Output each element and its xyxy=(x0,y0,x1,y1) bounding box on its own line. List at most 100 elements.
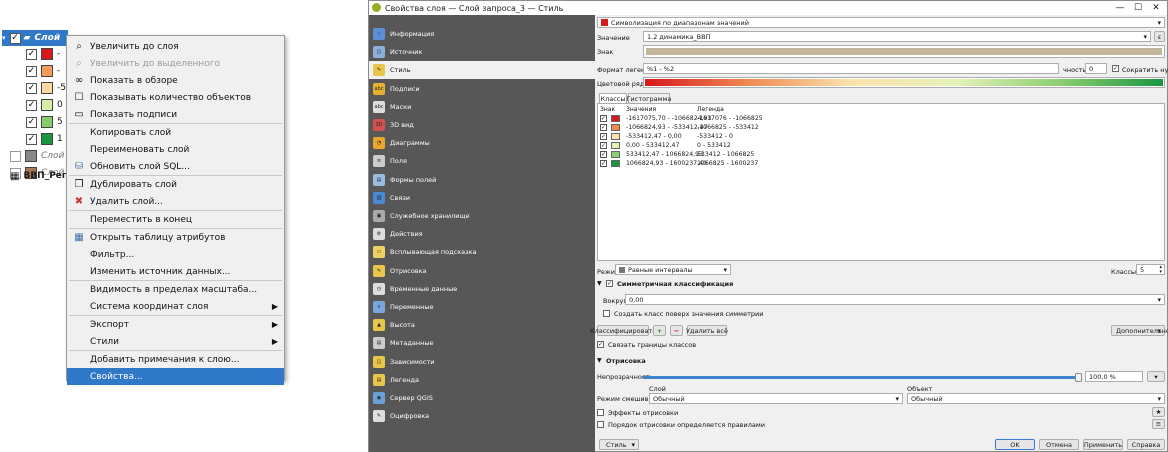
legend-class-row[interactable]: ✓ - xyxy=(26,46,60,62)
menu-item[interactable]: ✖ Удалить слой... xyxy=(67,193,284,210)
apply-button[interactable]: Применить xyxy=(1083,439,1123,450)
cancel-button[interactable]: Отмена xyxy=(1039,439,1079,450)
symmetric-create-checkbox[interactable] xyxy=(603,310,610,317)
opacity-slider-track[interactable] xyxy=(643,376,1079,379)
nav-item[interactable]: ◉ Сервер QGIS xyxy=(369,389,595,407)
class-symbol-swatch[interactable] xyxy=(611,133,620,140)
menu-item[interactable]: Добавить примечания к слою... xyxy=(67,351,284,368)
rule-order-settings-icon[interactable]: ≡ xyxy=(1152,419,1165,429)
precision-spinbox[interactable]: 0 xyxy=(1085,63,1107,74)
layer-visibility-checkbox[interactable]: ✓ xyxy=(26,65,37,77)
table-layer-row[interactable]: ▦ ВВП_Рег xyxy=(10,168,67,184)
class-legend[interactable]: -1617076 - -1066825 xyxy=(697,115,763,122)
layer-visibility-checkbox[interactable]: ✓ xyxy=(26,133,37,145)
class-legend[interactable]: -1066825 - -533412 xyxy=(697,124,759,131)
nav-item[interactable]: abc Подписи xyxy=(369,80,595,98)
classes-count-spinbox[interactable]: 5 ▴ ▾ xyxy=(1136,264,1165,275)
effects-checkbox[interactable] xyxy=(597,409,604,416)
nav-item[interactable]: ▤ Метаданные xyxy=(369,334,595,352)
menu-item[interactable]: ☐ Показывать количество объектов xyxy=(67,89,284,106)
legend-class-row[interactable]: ✓ 0 xyxy=(26,97,63,113)
blend-object-select[interactable]: Обычный xyxy=(907,393,1165,404)
layer-group-checkbox[interactable]: ✓ xyxy=(9,32,21,44)
effects-settings-icon[interactable]: ★ xyxy=(1152,407,1165,417)
collapse-symmetric-icon[interactable]: ▼ xyxy=(597,280,602,287)
class-row[interactable]: ✓ -1066824,93 - -533412,47 -1066825 - -533… xyxy=(600,123,1160,132)
menu-item[interactable]: ⌕ Увеличить до слоя xyxy=(67,38,284,55)
nav-item[interactable]: abc Маски xyxy=(369,98,595,116)
nav-item[interactable]: ✎ Оцифровка xyxy=(369,407,595,425)
class-value[interactable]: 0,00 - 533412,47 xyxy=(626,142,679,149)
class-value[interactable]: 533412,47 - 1066824,93 xyxy=(626,151,703,158)
opacity-slider-handle[interactable] xyxy=(1075,373,1082,382)
class-legend[interactable]: 0 - 533412 xyxy=(697,142,731,149)
nav-item[interactable]: ⛓ Связи xyxy=(369,189,595,207)
close-icon[interactable]: ✕ xyxy=(1147,1,1165,15)
class-symbol-swatch[interactable] xyxy=(611,124,620,131)
class-visibility-checkbox[interactable]: ✓ xyxy=(600,115,607,122)
class-legend[interactable]: 533412 - 1066825 xyxy=(697,151,754,158)
class-symbol-swatch[interactable] xyxy=(611,142,620,149)
delete-all-button[interactable]: Удалить всё xyxy=(686,325,728,336)
add-class-icon[interactable]: + xyxy=(653,325,666,336)
class-row[interactable]: ✓ 533412,47 - 1066824,93 533412 - 1066825 xyxy=(600,150,1160,159)
layer-visibility-checkbox[interactable]: ✓ xyxy=(26,82,37,94)
class-visibility-checkbox[interactable]: ✓ xyxy=(600,124,607,131)
layer-row[interactable]: Слой xyxy=(10,148,64,164)
expression-button[interactable]: ε xyxy=(1154,31,1165,42)
nav-item[interactable]: ◔ Диаграммы xyxy=(369,134,595,152)
menu-item[interactable]: Переместить в конец xyxy=(67,211,284,228)
menu-item[interactable]: ⛁ Обновить слой SQL... xyxy=(67,158,284,175)
legend-class-row[interactable]: ✓ 1 xyxy=(26,131,63,147)
layer-visibility-checkbox[interactable]: ✓ xyxy=(26,99,37,111)
opacity-spinbox[interactable]: 100,0 % xyxy=(1085,371,1143,382)
menu-item[interactable]: Видимость в пределах масштаба... xyxy=(67,281,284,298)
nav-item[interactable]: ε Переменные xyxy=(369,298,595,316)
menu-item[interactable]: ⌕ Увеличить до выделенного xyxy=(67,55,284,72)
class-value[interactable]: -533412,47 - 0,00 xyxy=(626,133,682,140)
spin-arrows-icon[interactable]: ▴ ▾ xyxy=(1159,265,1162,274)
color-ramp-select[interactable] xyxy=(643,77,1165,88)
class-value[interactable]: 1066824,93 - 1600237,40 xyxy=(626,160,707,167)
opacity-data-defined-icon[interactable]: ▾ xyxy=(1147,371,1165,382)
symbol-button[interactable] xyxy=(643,45,1165,58)
class-legend[interactable]: 1066825 - 1600237 xyxy=(697,160,758,167)
advanced-button[interactable]: Дополнительно xyxy=(1111,325,1168,336)
legend-class-row[interactable]: ✓ - xyxy=(26,63,60,79)
menu-item[interactable]: Переименовать слой xyxy=(67,141,284,158)
help-button[interactable]: Справка xyxy=(1127,439,1165,450)
class-row[interactable]: ✓ 0,00 - 533412,47 0 - 533412 xyxy=(600,141,1160,150)
menu-item[interactable]: Фильтр... xyxy=(67,246,284,263)
class-visibility-checkbox[interactable]: ✓ xyxy=(600,160,607,167)
collapse-rendering-icon[interactable]: ▼ xyxy=(597,357,602,364)
menu-item[interactable]: ❐ Дублировать слой xyxy=(67,176,284,193)
class-visibility-checkbox[interactable]: ✓ xyxy=(600,151,607,158)
menu-item[interactable]: ▦ Открыть таблицу атрибутов xyxy=(67,229,284,246)
maximize-icon[interactable]: ☐ xyxy=(1129,1,1147,15)
class-visibility-checkbox[interactable]: ✓ xyxy=(600,142,607,149)
layer-group-row[interactable]: ▾ ✓ ▰ Слой xyxy=(2,30,68,46)
nav-item[interactable]: ◷ Временные данные xyxy=(369,280,595,298)
class-symbol-swatch[interactable] xyxy=(611,151,620,158)
nav-item[interactable]: ≡ Поля xyxy=(369,152,595,170)
class-visibility-checkbox[interactable]: ✓ xyxy=(600,133,607,140)
style-menu-button[interactable]: Стиль xyxy=(599,439,639,450)
nav-item[interactable]: ▤ Формы полей xyxy=(369,171,595,189)
legend-class-row[interactable]: ✓ 5 xyxy=(26,114,63,130)
menu-item[interactable]: Система координат слоя ▶ xyxy=(67,298,284,315)
classify-button[interactable]: Классифицировать xyxy=(590,325,656,336)
nav-item[interactable]: ⚙ Действия xyxy=(369,225,595,243)
nav-item[interactable]: i Информация xyxy=(369,25,595,43)
layer-visibility-checkbox[interactable]: ✓ xyxy=(26,48,37,60)
layer-visibility-checkbox[interactable]: ✓ xyxy=(26,116,37,128)
legend-format-input[interactable]: %1 - %2 xyxy=(643,63,1059,74)
class-symbol-swatch[interactable] xyxy=(611,115,620,122)
menu-item[interactable]: ▭ Показать подписи xyxy=(67,106,284,123)
class-legend[interactable]: -533412 - 0 xyxy=(697,133,733,140)
mode-select[interactable]: Равные интервалы xyxy=(615,264,731,275)
remove-class-icon[interactable]: − xyxy=(670,325,683,336)
nav-item[interactable]: ◫ Зависимости xyxy=(369,353,595,371)
rule-order-checkbox[interactable] xyxy=(597,421,604,428)
nav-item[interactable]: ▤ Легенда xyxy=(369,371,595,389)
nav-item[interactable]: ✎ Стиль xyxy=(369,61,595,80)
